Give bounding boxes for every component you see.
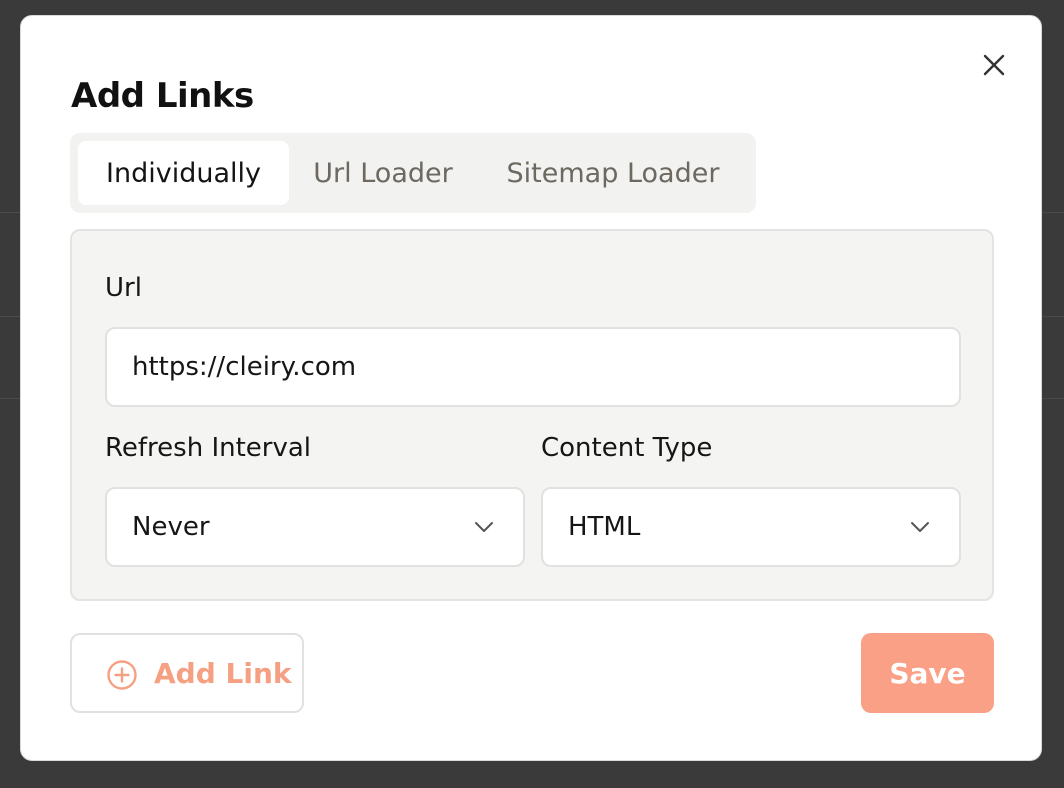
plus-circle-icon	[107, 660, 137, 690]
url-label: Url	[105, 273, 142, 303]
add-link-button[interactable]: Add Link	[70, 633, 304, 713]
tab-individually[interactable]: Individually	[78, 141, 289, 205]
close-button[interactable]	[977, 48, 1011, 82]
content-type-value: HTML	[568, 512, 641, 542]
refresh-interval-value: Never	[132, 512, 210, 542]
add-links-modal: Add Links Individually Url Loader Sitema…	[20, 15, 1042, 761]
refresh-interval-label: Refresh Interval	[105, 433, 312, 463]
refresh-interval-select[interactable]: Never	[105, 487, 525, 567]
chevron-down-icon	[911, 522, 929, 532]
save-button[interactable]: Save	[861, 633, 994, 713]
link-form-panel: Url https://cleiry.com Refresh Interval …	[70, 229, 994, 601]
add-link-label: Add Link	[154, 657, 292, 690]
content-type-label: Content Type	[541, 433, 713, 463]
close-icon	[983, 54, 1005, 76]
url-input[interactable]: https://cleiry.com	[105, 327, 961, 407]
tab-sitemap-loader[interactable]: Sitemap Loader	[482, 141, 744, 205]
modal-title: Add Links	[71, 76, 254, 116]
chevron-down-icon	[475, 522, 493, 532]
tab-bar: Individually Url Loader Sitemap Loader	[70, 133, 756, 213]
content-type-select[interactable]: HTML	[541, 487, 961, 567]
url-value: https://cleiry.com	[132, 352, 357, 382]
tab-url-loader[interactable]: Url Loader	[292, 141, 474, 205]
